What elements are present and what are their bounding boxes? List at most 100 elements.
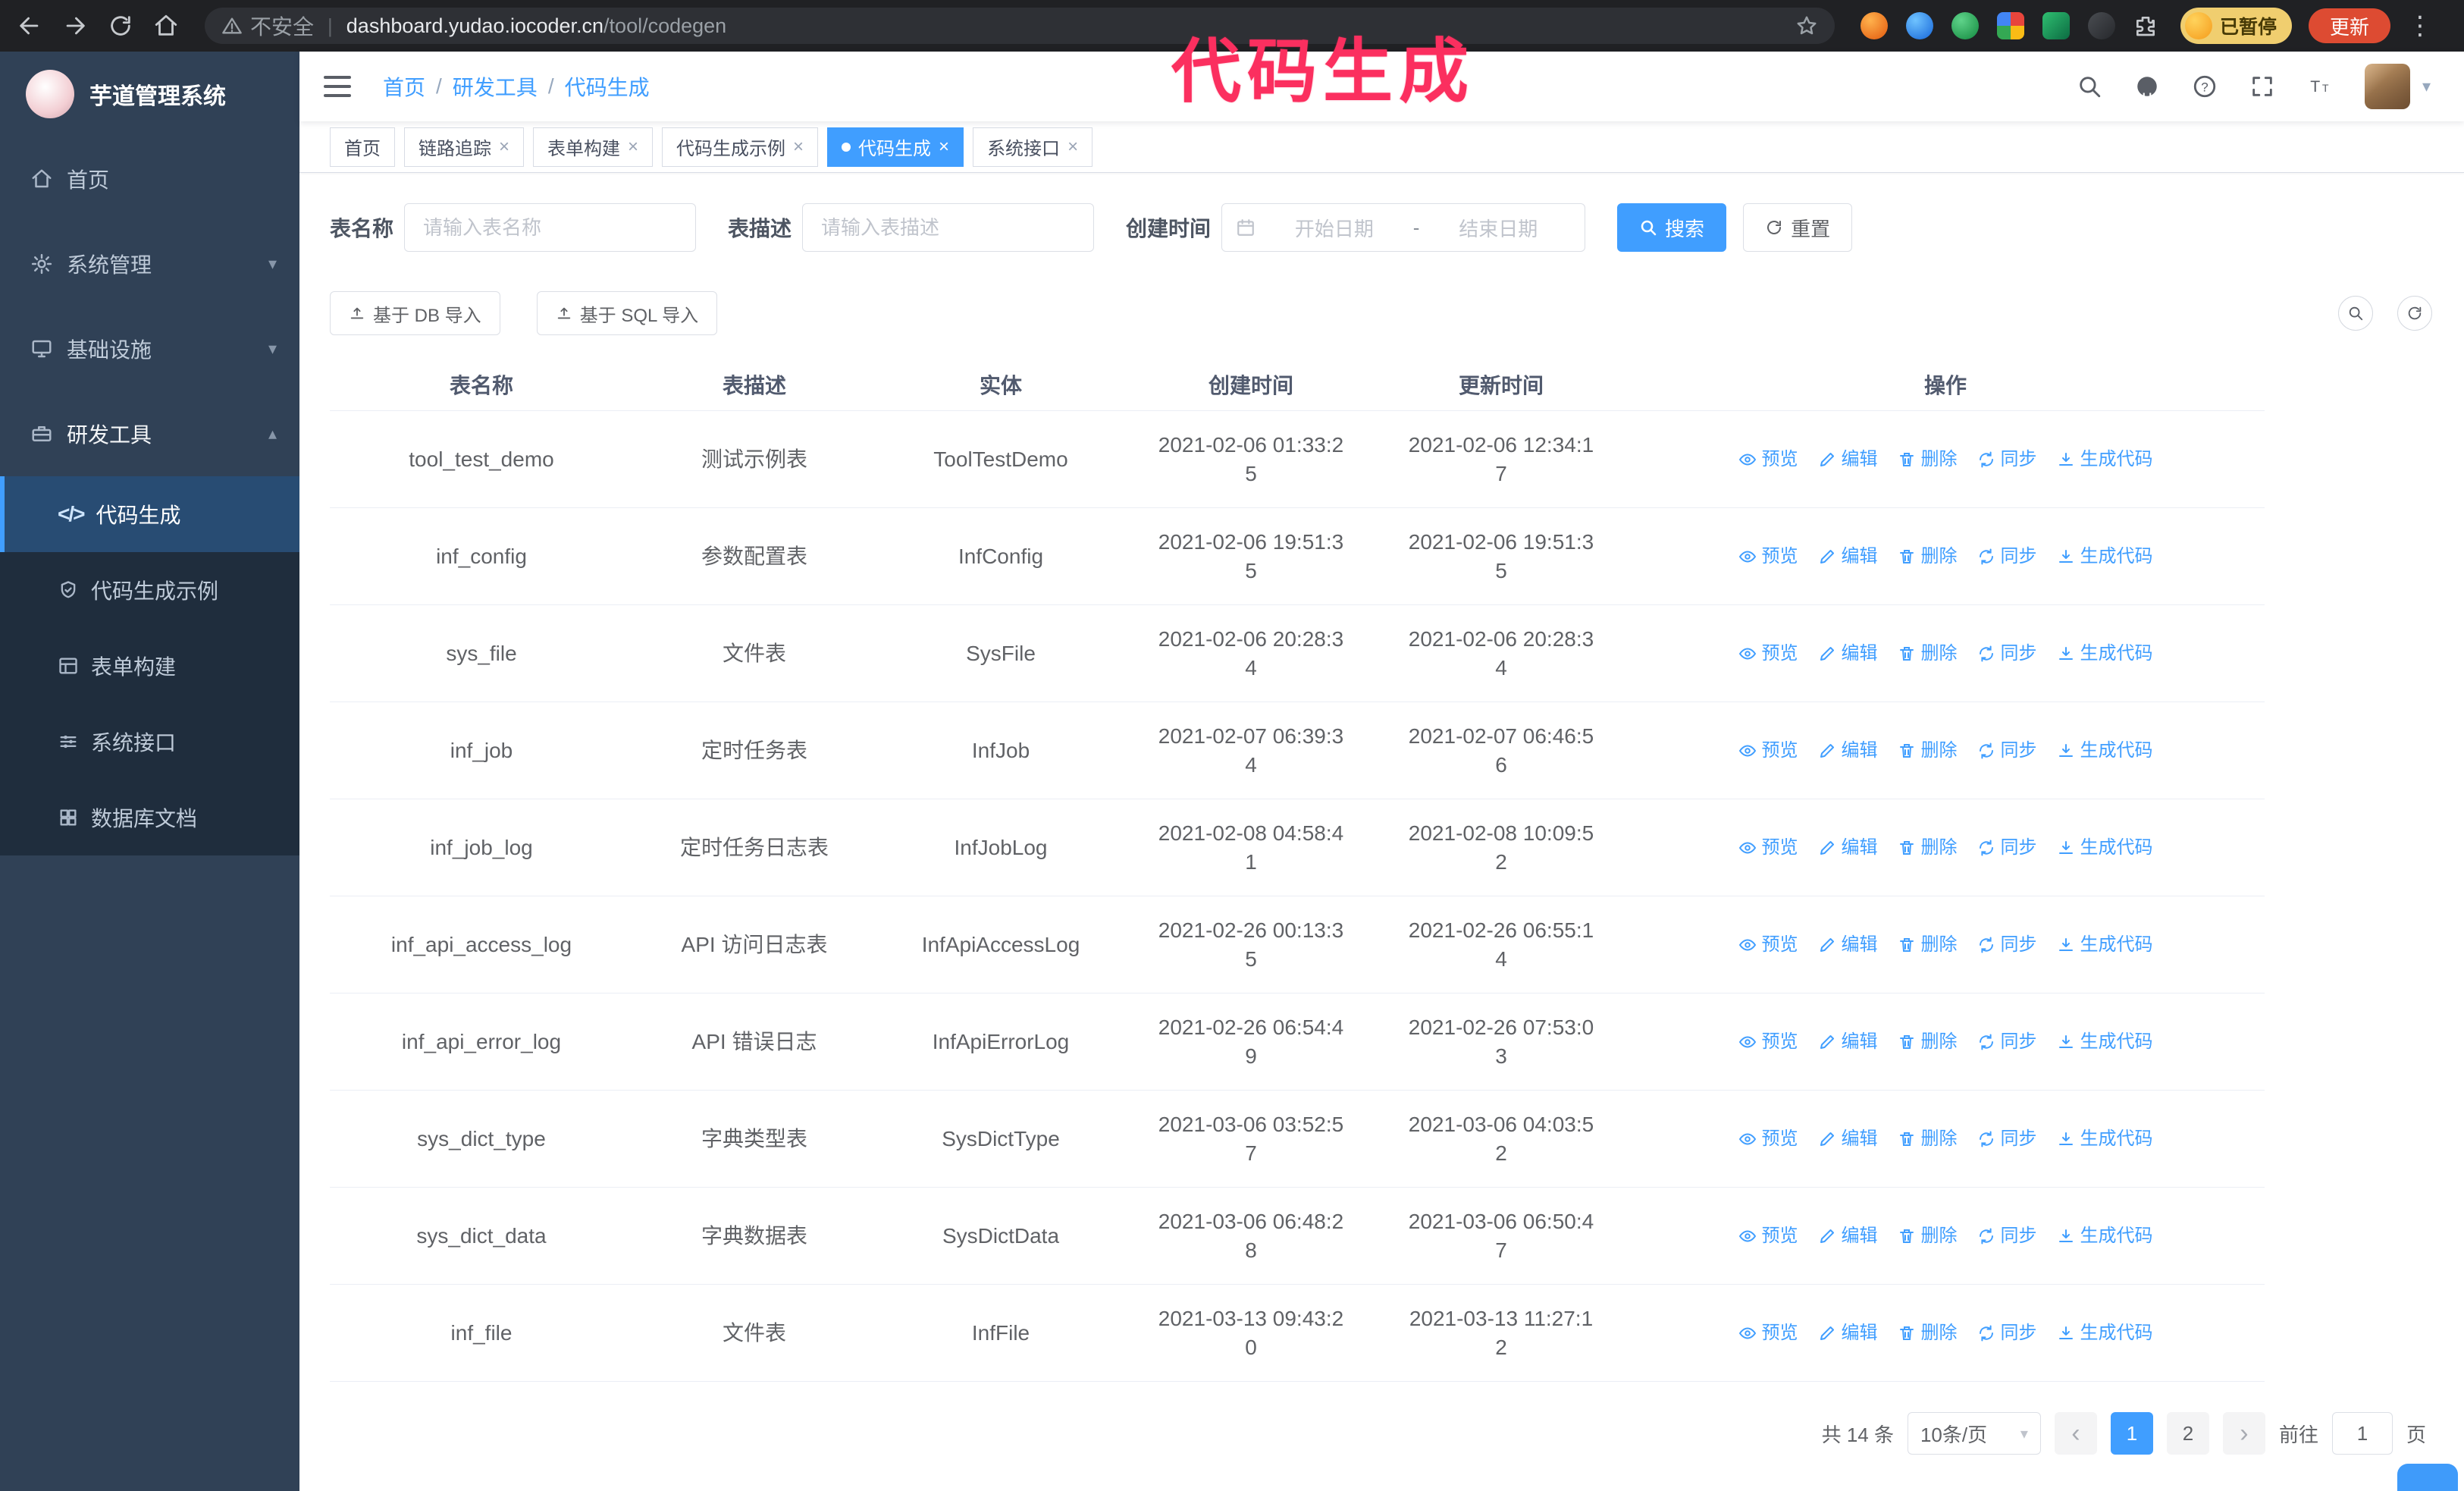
delete-link[interactable]: 删除 bbox=[1898, 1028, 1958, 1056]
edit-link[interactable]: 编辑 bbox=[1818, 1125, 1878, 1154]
sync-link[interactable]: 同步 bbox=[1977, 833, 2037, 862]
refresh-table-button[interactable] bbox=[2397, 296, 2432, 331]
search-button[interactable]: 搜索 bbox=[1617, 203, 1727, 252]
edit-link[interactable]: 编辑 bbox=[1818, 639, 1878, 668]
next-page-button[interactable]: › bbox=[2222, 1412, 2265, 1455]
edit-link[interactable]: 编辑 bbox=[1818, 1222, 1878, 1251]
sidebar-logo[interactable]: 芋道管理系统 bbox=[0, 52, 299, 137]
import-sql-button[interactable]: 基于 SQL 导入 bbox=[536, 291, 718, 335]
preview-link[interactable]: 预览 bbox=[1738, 736, 1798, 765]
search-icon[interactable] bbox=[2077, 74, 2102, 99]
sidebar-item-system[interactable]: 系统管理 ▾ bbox=[0, 221, 299, 306]
tab-home[interactable]: 首页 bbox=[330, 127, 395, 167]
reload-button[interactable] bbox=[108, 13, 133, 39]
tab-system-api[interactable]: 系统接口 × bbox=[973, 127, 1093, 167]
edit-link[interactable]: 编辑 bbox=[1818, 931, 1878, 959]
goto-page-input[interactable] bbox=[2331, 1412, 2393, 1455]
edit-link[interactable]: 编辑 bbox=[1818, 445, 1878, 474]
generate-code-link[interactable]: 生成代码 bbox=[2057, 1319, 2153, 1348]
home-button[interactable] bbox=[153, 13, 179, 39]
edit-link[interactable]: 编辑 bbox=[1818, 736, 1878, 765]
tab-codegen[interactable]: 代码生成 × bbox=[827, 127, 964, 167]
sync-link[interactable]: 同步 bbox=[1977, 1319, 2037, 1348]
toggle-search-button[interactable] bbox=[2338, 296, 2373, 331]
help-icon[interactable]: ? bbox=[2192, 74, 2218, 99]
close-icon[interactable]: × bbox=[628, 137, 638, 156]
delete-link[interactable]: 删除 bbox=[1898, 1125, 1958, 1154]
extension-icon[interactable] bbox=[1861, 12, 1888, 39]
extension-icon[interactable] bbox=[1951, 12, 1979, 39]
generate-code-link[interactable]: 生成代码 bbox=[2057, 639, 2153, 668]
browser-menu-kebab-icon[interactable]: ⋮ bbox=[2407, 11, 2433, 41]
breadcrumb-item[interactable]: 研发工具 bbox=[453, 71, 538, 102]
generate-code-link[interactable]: 生成代码 bbox=[2057, 1125, 2153, 1154]
sidebar-item-db-doc[interactable]: 数据库文档 bbox=[0, 780, 299, 855]
preview-link[interactable]: 预览 bbox=[1738, 1028, 1798, 1056]
extension-icon[interactable] bbox=[2088, 12, 2115, 39]
page-2-button[interactable]: 2 bbox=[2166, 1412, 2209, 1455]
tab-codegen-example[interactable]: 代码生成示例 × bbox=[662, 127, 819, 167]
preview-link[interactable]: 预览 bbox=[1738, 639, 1798, 668]
fullscreen-icon[interactable] bbox=[2249, 74, 2275, 99]
preview-link[interactable]: 预览 bbox=[1738, 833, 1798, 862]
close-icon[interactable]: × bbox=[499, 137, 509, 156]
sync-link[interactable]: 同步 bbox=[1977, 445, 2037, 474]
generate-code-link[interactable]: 生成代码 bbox=[2057, 445, 2153, 474]
sync-link[interactable]: 同步 bbox=[1977, 639, 2037, 668]
page-size-select[interactable]: 10条/页 ▾ bbox=[1907, 1412, 2041, 1455]
tab-tracing[interactable]: 链路追踪 × bbox=[404, 127, 525, 167]
delete-link[interactable]: 删除 bbox=[1898, 931, 1958, 959]
sidebar-item-form-builder[interactable]: 表单构建 bbox=[0, 628, 299, 704]
bookmark-star-icon[interactable] bbox=[1795, 14, 1818, 37]
back-button[interactable] bbox=[17, 13, 42, 39]
sync-link[interactable]: 同步 bbox=[1977, 1125, 2037, 1154]
generate-code-link[interactable]: 生成代码 bbox=[2057, 1222, 2153, 1251]
close-icon[interactable]: × bbox=[939, 137, 949, 156]
extension-icon[interactable] bbox=[2042, 12, 2070, 39]
omnibox[interactable]: 不安全 | dashboard.yudao.iocoder.cn/tool/co… bbox=[205, 8, 1835, 44]
generate-code-link[interactable]: 生成代码 bbox=[2057, 833, 2153, 862]
forward-button[interactable] bbox=[62, 13, 88, 39]
sync-link[interactable]: 同步 bbox=[1977, 1028, 2037, 1056]
preview-link[interactable]: 预览 bbox=[1738, 931, 1798, 959]
generate-code-link[interactable]: 生成代码 bbox=[2057, 542, 2153, 571]
close-icon[interactable]: × bbox=[793, 137, 804, 156]
edit-link[interactable]: 编辑 bbox=[1818, 542, 1878, 571]
preview-link[interactable]: 预览 bbox=[1738, 1125, 1798, 1154]
import-db-button[interactable]: 基于 DB 导入 bbox=[330, 291, 500, 335]
delete-link[interactable]: 删除 bbox=[1898, 639, 1958, 668]
sync-link[interactable]: 同步 bbox=[1977, 1222, 2037, 1251]
sidebar-item-codegen[interactable]: </> 代码生成 bbox=[0, 476, 299, 552]
user-avatar[interactable] bbox=[2364, 64, 2410, 109]
sidebar-item-system-api[interactable]: 系统接口 bbox=[0, 704, 299, 780]
extension-icon[interactable] bbox=[1997, 12, 2024, 39]
sidebar-item-devtools[interactable]: 研发工具 ▴ bbox=[0, 391, 299, 476]
table-desc-input[interactable] bbox=[802, 203, 1095, 252]
preview-link[interactable]: 预览 bbox=[1738, 445, 1798, 474]
github-icon[interactable] bbox=[2134, 74, 2160, 99]
preview-link[interactable]: 预览 bbox=[1738, 542, 1798, 571]
sidebar-item-codegen-example[interactable]: 代码生成示例 bbox=[0, 552, 299, 628]
delete-link[interactable]: 删除 bbox=[1898, 445, 1958, 474]
preview-link[interactable]: 预览 bbox=[1738, 1222, 1798, 1251]
generate-code-link[interactable]: 生成代码 bbox=[2057, 931, 2153, 959]
preview-link[interactable]: 预览 bbox=[1738, 1319, 1798, 1348]
extensions-puzzle-button[interactable] bbox=[2133, 14, 2158, 38]
extension-icon[interactable] bbox=[1906, 12, 1933, 39]
sync-link[interactable]: 同步 bbox=[1977, 931, 2037, 959]
sync-link[interactable]: 同步 bbox=[1977, 736, 2037, 765]
edit-link[interactable]: 编辑 bbox=[1818, 833, 1878, 862]
sync-link[interactable]: 同步 bbox=[1977, 542, 2037, 571]
chevron-down-icon[interactable]: ▾ bbox=[2422, 77, 2431, 96]
delete-link[interactable]: 删除 bbox=[1898, 1222, 1958, 1251]
sidebar-collapse-button[interactable] bbox=[324, 76, 351, 97]
delete-link[interactable]: 删除 bbox=[1898, 542, 1958, 571]
tab-form-builder[interactable]: 表单构建 × bbox=[533, 127, 654, 167]
prev-page-button[interactable]: ‹ bbox=[2054, 1412, 2097, 1455]
table-name-input[interactable] bbox=[404, 203, 697, 252]
breadcrumb-item[interactable]: 首页 bbox=[383, 71, 425, 102]
page-1-button[interactable]: 1 bbox=[2110, 1412, 2153, 1455]
delete-link[interactable]: 删除 bbox=[1898, 736, 1958, 765]
edit-link[interactable]: 编辑 bbox=[1818, 1319, 1878, 1348]
generate-code-link[interactable]: 生成代码 bbox=[2057, 736, 2153, 765]
